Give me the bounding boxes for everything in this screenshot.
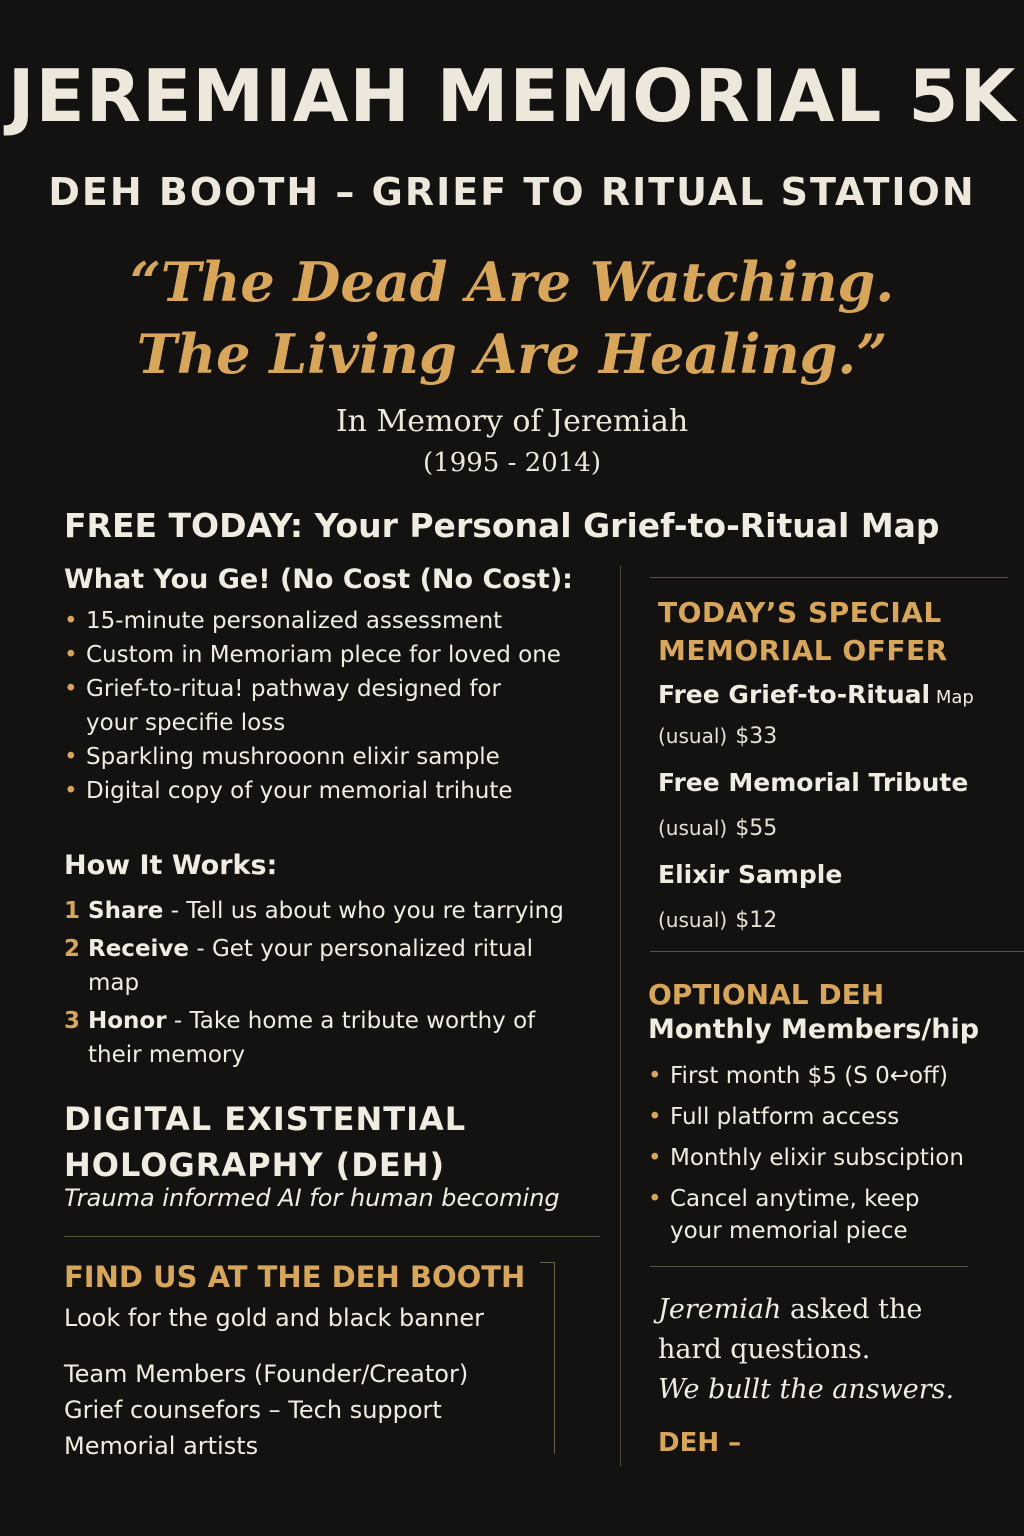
team-line: Grief counsefors – Tech support — [64, 1396, 442, 1424]
list-item: Custom in Memoriam plece for loved one — [64, 638, 604, 672]
deh-title: DIGITAL EXISTENTIAL HOLOGRAPHY (DEH) — [64, 1096, 466, 1188]
booth-subtitle: DEH BOOTH – GRIEF TO RITUAL STATION — [48, 170, 976, 214]
find-us-heading: FIND US AT THE DEH BOOTH — [64, 1260, 526, 1294]
list-item: Full platform access — [648, 1101, 1008, 1133]
step-number: 2 — [64, 936, 81, 962]
usual-label: (usual) — [658, 816, 728, 840]
what-you-get-list: 15-minute personalized assessment Custom… — [64, 604, 604, 808]
special-offer-heading: TODAY’S SPECIAL MEMORIAL OFFER — [658, 594, 988, 670]
usual-price: $12 — [735, 908, 778, 933]
closing-line-3: We bullt the answers. — [658, 1374, 955, 1405]
step-number: 3 — [64, 1008, 81, 1034]
find-us-bracket-top — [540, 1262, 555, 1263]
memory-line: In Memory of Jeremiah — [335, 404, 689, 439]
step-label: Honor — [88, 1008, 167, 1034]
divider — [64, 1236, 600, 1237]
special-offer-heading-line-1: TODAY’S SPECIAL — [658, 596, 942, 629]
membership-heading: OPTIONAL DEH — [648, 978, 885, 1011]
offer-name: Free Grief-to-Ritual — [658, 680, 931, 709]
list-item: First month $5 (S 0↩off) — [648, 1060, 1008, 1092]
team-line: Memorial artists — [64, 1432, 259, 1460]
offer-item-map: Free Grief-to-Ritual Map — [658, 680, 988, 709]
offer-usual-price: (usual) $12 — [658, 908, 988, 933]
closing-line-1: Jeremiah asked the — [658, 1290, 998, 1330]
closing-line-2: hard questions. — [658, 1334, 871, 1365]
what-you-get-heading: What You Ge! (No Cost (No Cost): — [64, 564, 573, 595]
closing-name: Jeremiah — [658, 1294, 782, 1325]
free-today-heading: FREE TODAY: Your Personal Grief-to-Ritua… — [64, 506, 940, 545]
column-divider — [620, 566, 621, 1466]
offer-item-elixir: Elixir Sample — [658, 860, 988, 889]
divider — [650, 577, 1008, 578]
offer-name: Elixir Sample — [658, 860, 843, 889]
deh-title-line-2: HOLOGRAPHY (DEH) — [64, 1146, 446, 1184]
usual-label: (usual) — [658, 724, 728, 748]
membership-subheading: Monthly Members/hip — [648, 1014, 980, 1045]
divider — [650, 951, 1024, 952]
list-item: 15-minute personalized assessment — [64, 604, 604, 638]
step-label: Share — [88, 898, 164, 924]
usual-price: $55 — [735, 816, 778, 841]
step-label: Receive — [88, 936, 190, 962]
offer-item-tribute: Free Memorial Tribute — [658, 768, 988, 797]
find-us-bracket — [554, 1262, 555, 1454]
team-members: Team Members (Founder/Creator) Grief cou… — [64, 1356, 468, 1464]
membership-list: First month $5 (S 0↩off) Full platform a… — [648, 1060, 1008, 1256]
signature: DEH – — [658, 1428, 742, 1458]
usual-label: (usual) — [658, 908, 728, 932]
closing-line-1-rest: asked the — [781, 1294, 923, 1325]
list-item: Digital copy of your memorial trihute — [64, 774, 604, 808]
step-number: 1 — [64, 898, 81, 924]
team-line: Team Members (Founder/Creator) — [64, 1360, 469, 1388]
deh-title-line-1: DIGITAL EXISTENTIAL — [64, 1100, 467, 1138]
quote-line-1: “The Dead Are Watching. — [129, 250, 895, 314]
offer-suffix: Map — [930, 687, 974, 708]
step-item: 2 Receive - Get your personalized ritual… — [64, 932, 578, 1000]
list-item: Sparkling mushrooonn elixir sample — [64, 740, 604, 774]
how-it-works-steps: 1 Share - Tell us about who you re tarry… — [64, 894, 604, 1076]
event-title: JEREMIAH MEMORIAL 5K — [7, 54, 1017, 138]
step-item: 3 Honor - Take home a tribute worthy of … — [64, 1004, 558, 1072]
deh-tagline: Trauma informed AI for human becoming — [64, 1184, 560, 1212]
closing-statement: Jeremiah asked the hard questions. We bu… — [658, 1290, 998, 1410]
step-text: - Tell us about who you re tarrying — [163, 898, 564, 924]
divider — [650, 1266, 968, 1267]
offer-usual-price: (usual) $33 — [658, 724, 988, 749]
list-item: Grief-to-ritua! pathway designed for you… — [64, 672, 556, 740]
list-item: Monthly elixir subsciption — [648, 1142, 1008, 1174]
offer-usual-price: (usual) $55 — [658, 816, 988, 841]
special-offer-heading-line-2: MEMORIAL OFFER — [658, 634, 948, 667]
how-it-works-heading: How It Works: — [64, 850, 278, 881]
list-item: Cancel anytime, keep your memorial piece — [648, 1183, 960, 1247]
usual-price: $33 — [735, 724, 778, 749]
step-item: 1 Share - Tell us about who you re tarry… — [64, 894, 604, 928]
quote-line-2: The Living Are Healing.” — [136, 322, 888, 386]
banner-description: Look for the gold and black banner — [64, 1304, 485, 1332]
offer-name: Free Memorial Tribute — [658, 768, 969, 797]
memorial-years: (1995 - 2014) — [423, 448, 601, 478]
